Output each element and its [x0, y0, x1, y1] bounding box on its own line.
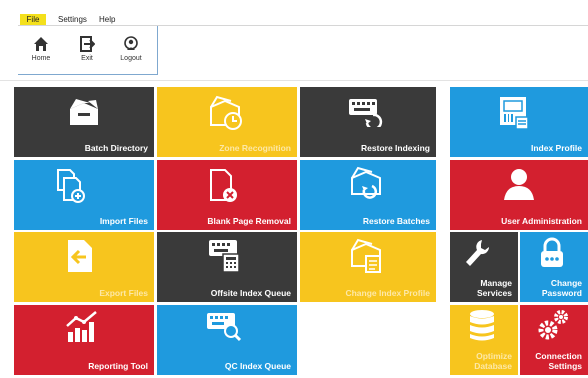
tile-export-files[interactable]: Export Files: [14, 232, 154, 302]
user-icon: [504, 169, 534, 200]
ribbon-divider: [0, 80, 588, 81]
tile-reporting-tool[interactable]: Reporting Tool: [14, 305, 154, 375]
home-icon: [34, 37, 48, 51]
menu-bar: File Settings Help: [0, 0, 588, 26]
logout-icon: [124, 36, 138, 50]
exit-icon: [80, 36, 95, 52]
tile-label: Change Password: [541, 278, 582, 298]
tile-label: Change Index Profile: [345, 288, 430, 298]
lock-icon: [541, 237, 563, 267]
tile-change-index-profile[interactable]: Change Index Profile: [300, 232, 436, 302]
logout-button[interactable]: Logout: [114, 36, 148, 70]
keyboard-refresh-icon: [349, 99, 383, 127]
tile-change-password[interactable]: Change Password: [520, 232, 588, 302]
tile-label: Index Profile: [530, 143, 582, 153]
tile-restore-batches[interactable]: Restore Batches: [300, 160, 436, 230]
tile-offsite-index-queue[interactable]: Offsite Index Queue: [157, 232, 297, 302]
home-label: Home: [31, 55, 51, 62]
tile-batch-directory[interactable]: Batch Directory: [14, 87, 154, 157]
tile-label: Batch Directory: [84, 143, 148, 153]
bar-chart-icon: [66, 311, 97, 342]
exit-button[interactable]: Exit: [70, 36, 104, 70]
tile-label: Blank Page Removal: [207, 216, 291, 226]
tile-label: User Administration: [501, 216, 582, 226]
tile-optimize-database[interactable]: Optimize Database: [450, 305, 518, 375]
tile-label: Optimize Database: [474, 351, 512, 371]
gears-icon: [538, 310, 568, 340]
tile-user-administration[interactable]: User Administration: [450, 160, 588, 230]
tile-label: Connection Settings: [535, 351, 582, 371]
tile-label: Manage Services: [477, 278, 512, 298]
file-export-icon: [68, 240, 92, 272]
tile-label: Offsite Index Queue: [210, 288, 291, 298]
tile-label: Export Files: [99, 288, 148, 298]
home-button[interactable]: Home: [24, 36, 58, 70]
ribbon: Home Exit Logout: [18, 26, 158, 75]
tile-manage-services[interactable]: Manage Services: [450, 232, 518, 302]
tile-qc-index-queue[interactable]: QC Index Queue: [157, 305, 297, 375]
keyboard-calculator-icon: [209, 240, 240, 273]
logout-label: Logout: [120, 55, 142, 62]
wrench-icon: [466, 240, 490, 266]
file-remove-icon: [210, 169, 237, 202]
tile-label: Zone Recognition: [219, 143, 291, 153]
document-barcode-icon: [500, 97, 529, 130]
tile-restore-indexing[interactable]: Restore Indexing: [300, 87, 436, 157]
box-document-icon: [351, 238, 381, 273]
tile-label: Import Files: [99, 216, 148, 226]
exit-label: Exit: [81, 55, 93, 62]
box-refresh-icon: [351, 166, 381, 199]
box-clock-icon: [210, 95, 242, 130]
open-box-icon: [70, 99, 98, 125]
keyboard-search-icon: [207, 313, 242, 342]
tile-connection-settings[interactable]: Connection Settings: [520, 305, 588, 375]
tile-label: Restore Batches: [362, 216, 430, 226]
tile-index-profile[interactable]: Index Profile: [450, 87, 588, 157]
tile-blank-page-removal[interactable]: Blank Page Removal: [157, 160, 297, 230]
tile-label: QC Index Queue: [224, 361, 291, 371]
tile-zone-recognition[interactable]: Zone Recognition: [157, 87, 297, 157]
tile-label: Restore Indexing: [361, 143, 430, 153]
tile-import-files[interactable]: Import Files: [14, 160, 154, 230]
files-add-icon: [57, 169, 85, 203]
tile-label: Reporting Tool: [88, 361, 148, 371]
database-icon: [470, 310, 494, 341]
